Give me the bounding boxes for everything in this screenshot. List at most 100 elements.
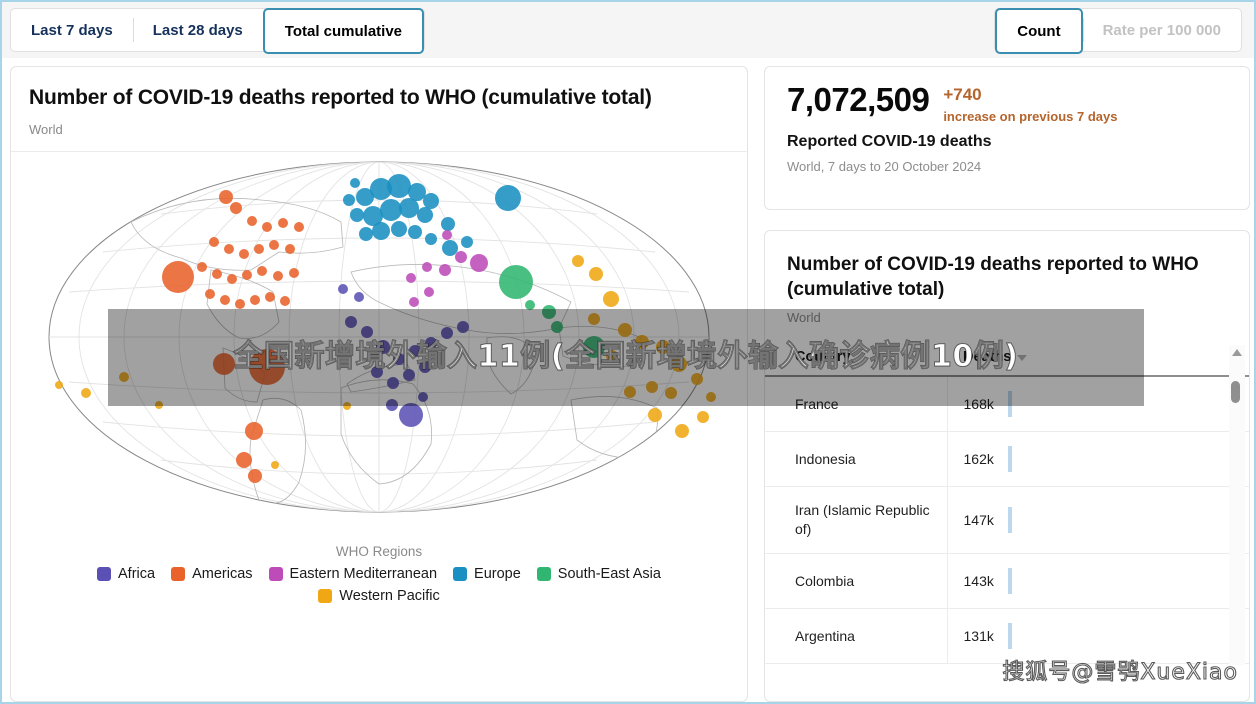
map-bubble[interactable]	[422, 261, 432, 272]
map-bubble[interactable]	[439, 263, 451, 276]
tab-count[interactable]: Count	[995, 8, 1083, 54]
map-bubble[interactable]	[603, 290, 619, 307]
map-bubble[interactable]	[197, 261, 207, 272]
map-bubble[interactable]	[572, 254, 584, 267]
map-bubble[interactable]	[419, 360, 431, 373]
map-bubble[interactable]	[55, 380, 63, 389]
map-bubble[interactable]	[343, 401, 351, 410]
tab-last-28-days[interactable]: Last 28 days	[132, 9, 263, 51]
map-bubble[interactable]	[408, 224, 422, 239]
table-row[interactable]: Indonesia 162k	[765, 431, 1249, 488]
map-bubble[interactable]	[706, 391, 716, 402]
table-row[interactable]: Colombia 143k	[765, 553, 1249, 610]
table-scrollbar[interactable]	[1229, 345, 1245, 666]
map-bubble[interactable]	[409, 296, 419, 307]
map-bubble[interactable]	[354, 291, 364, 302]
map-bubble[interactable]	[656, 339, 670, 354]
map-bubble[interactable]	[273, 270, 283, 281]
map-bubble[interactable]	[269, 239, 279, 250]
map-bubble[interactable]	[155, 400, 163, 409]
map-bubble[interactable]	[399, 197, 419, 218]
map-bubble[interactable]	[249, 348, 285, 385]
scrollbar-thumb[interactable]	[1231, 381, 1240, 404]
map-bubble[interactable]	[470, 253, 488, 272]
map-bubble[interactable]	[391, 220, 407, 237]
legend-item-south-east-asia[interactable]: South-East Asia	[536, 566, 661, 582]
map-bubble[interactable]	[393, 352, 405, 365]
map-bubble[interactable]	[224, 243, 234, 254]
table-row[interactable]: France 168k	[765, 376, 1249, 433]
map-bubble[interactable]	[250, 294, 260, 305]
map-bubble[interactable]	[425, 232, 437, 245]
column-header-deaths[interactable]: Deaths	[947, 345, 1249, 378]
map-bubble[interactable]	[409, 344, 421, 357]
map-bubble[interactable]	[219, 189, 233, 204]
column-header-country[interactable]: Country	[765, 345, 947, 378]
map-bubble[interactable]	[386, 398, 398, 411]
map-bubble[interactable]	[236, 451, 252, 468]
map-bubble[interactable]	[425, 336, 437, 349]
map-bubble[interactable]	[461, 235, 473, 248]
map-bubble[interactable]	[285, 243, 295, 254]
map-bubble[interactable]	[399, 402, 423, 427]
map-bubble[interactable]	[280, 295, 290, 306]
map-bubble[interactable]	[665, 386, 677, 399]
map-bubble[interactable]	[671, 355, 687, 372]
map-bubble[interactable]	[387, 173, 411, 198]
map-bubble[interactable]	[417, 206, 433, 223]
map-bubble[interactable]	[525, 299, 535, 310]
map-bubble[interactable]	[403, 368, 415, 381]
map-bubble[interactable]	[606, 349, 618, 362]
globe-bubble-map[interactable]: WHO Regions Africa Americas Eastern Medite…	[11, 151, 747, 622]
map-bubble[interactable]	[212, 268, 222, 279]
map-bubble[interactable]	[406, 272, 416, 283]
tab-total-cumulative[interactable]: Total cumulative	[262, 8, 425, 54]
map-bubble[interactable]	[455, 250, 467, 263]
map-bubble[interactable]	[675, 423, 689, 438]
map-bubble[interactable]	[618, 322, 632, 337]
map-bubble[interactable]	[350, 207, 364, 222]
map-bubble[interactable]	[387, 376, 399, 389]
map-bubble[interactable]	[418, 391, 428, 402]
table-scroll-region[interactable]: Country Deaths France 168k Indonesia 162k Ir…	[765, 345, 1249, 666]
map-bubble[interactable]	[441, 216, 455, 231]
map-bubble[interactable]	[345, 315, 357, 328]
map-bubble[interactable]	[230, 201, 242, 214]
map-bubble[interactable]	[119, 371, 129, 382]
map-bubble[interactable]	[624, 385, 636, 398]
map-bubble[interactable]	[162, 260, 194, 293]
map-bubble[interactable]	[235, 298, 245, 309]
map-bubble[interactable]	[442, 229, 452, 240]
map-bubble[interactable]	[441, 326, 453, 339]
map-bubble[interactable]	[242, 269, 252, 280]
legend-item-americas[interactable]: Americas	[171, 566, 253, 582]
map-bubble[interactable]	[646, 380, 658, 393]
map-bubble[interactable]	[248, 468, 262, 483]
map-bubble[interactable]	[371, 365, 383, 378]
map-bubble[interactable]	[635, 334, 649, 349]
map-bubble[interactable]	[457, 320, 469, 333]
map-bubble[interactable]	[213, 352, 235, 375]
map-bubble[interactable]	[551, 320, 563, 333]
table-row[interactable]: Iran (Islamic Republic of) 147k	[765, 486, 1249, 555]
map-bubble[interactable]	[361, 325, 373, 338]
legend-item-europe[interactable]: Europe	[453, 566, 521, 582]
map-bubble[interactable]	[424, 286, 434, 297]
map-bubble[interactable]	[583, 335, 605, 358]
map-bubble[interactable]	[294, 221, 304, 232]
map-bubble[interactable]	[278, 217, 288, 228]
globe-map-svg[interactable]	[11, 152, 747, 552]
map-bubble[interactable]	[376, 339, 390, 354]
map-bubble[interactable]	[691, 372, 703, 385]
map-bubble[interactable]	[380, 198, 402, 221]
map-bubble[interactable]	[589, 266, 603, 281]
map-bubble[interactable]	[239, 248, 249, 259]
map-bubble[interactable]	[542, 304, 556, 319]
legend-item-western-pacific[interactable]: Western Pacific	[318, 588, 440, 604]
map-bubble[interactable]	[245, 421, 263, 440]
map-bubble[interactable]	[372, 221, 390, 240]
map-bubble[interactable]	[257, 265, 267, 276]
map-bubble[interactable]	[423, 192, 439, 209]
map-bubble[interactable]	[442, 239, 458, 256]
map-bubble[interactable]	[359, 226, 373, 241]
